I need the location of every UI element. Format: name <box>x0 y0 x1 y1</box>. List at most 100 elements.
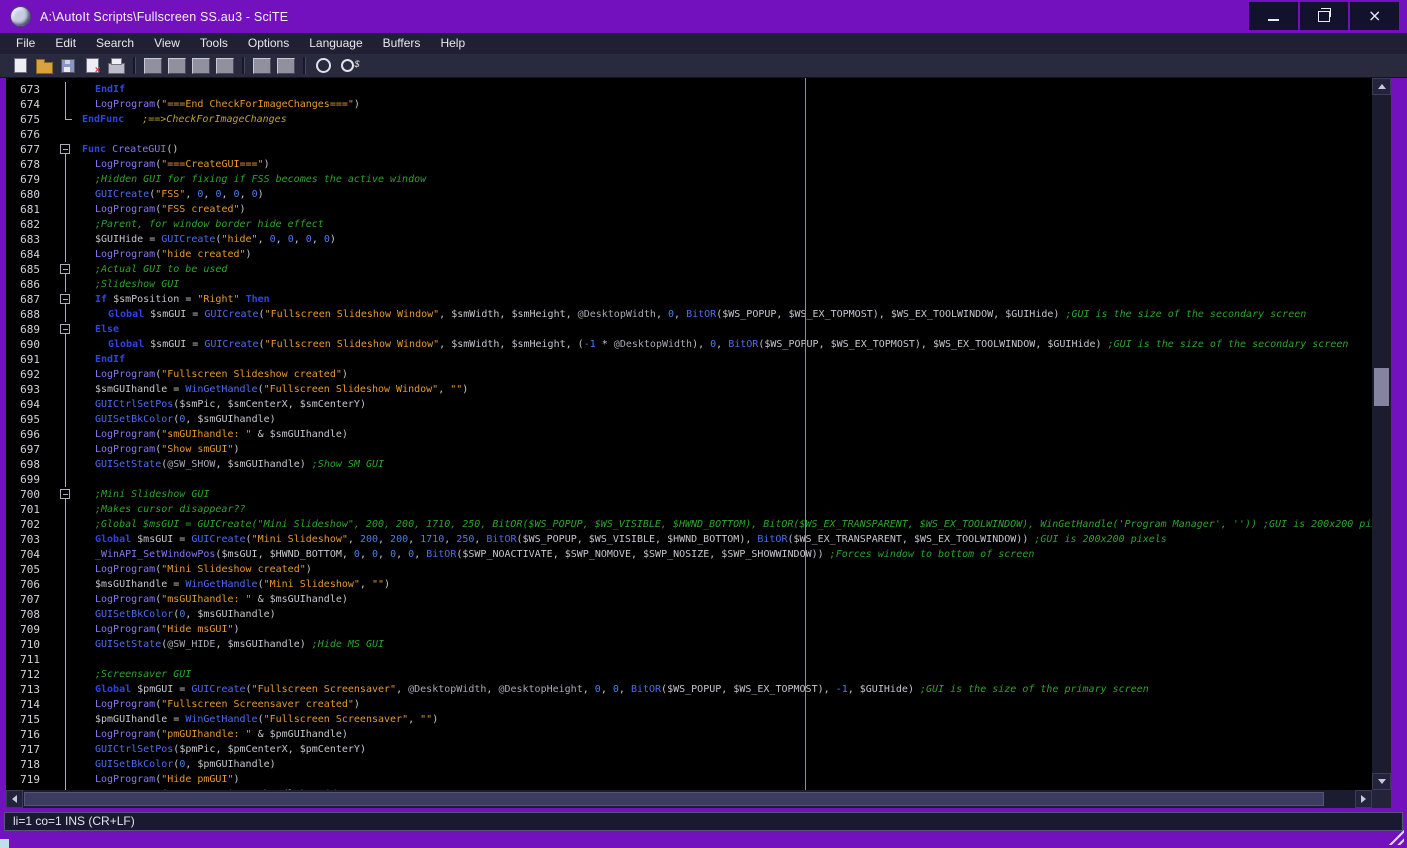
menu-item-help[interactable]: Help <box>430 33 475 54</box>
code-text: Else <box>95 324 120 335</box>
find-icon <box>315 58 331 73</box>
toolbar-find-button[interactable] <box>311 55 335 77</box>
vertical-scroll-thumb[interactable] <box>1374 368 1389 406</box>
line-number: 698 <box>20 458 40 471</box>
code-line: 684 LogProgram("hide created") <box>6 247 1372 262</box>
fold-margin <box>48 712 74 727</box>
toolbar-replace-button[interactable] <box>335 55 360 77</box>
menu-item-language[interactable]: Language <box>299 33 372 54</box>
fold-margin <box>48 247 74 262</box>
code-text: GUISetState(@SW_HIDE, $msGUIhandle) ;Hid… <box>95 639 385 650</box>
fold-margin <box>48 727 74 742</box>
down-arrow-icon <box>1377 779 1386 784</box>
fold-margin <box>48 622 74 637</box>
scroll-down-button[interactable] <box>1372 773 1391 790</box>
cut-icon <box>144 57 162 74</box>
code-text: LogProgram("Hide pmGUI") <box>95 774 240 785</box>
line-number: 692 <box>20 368 40 381</box>
toolbar-print-button[interactable] <box>104 55 128 77</box>
fold-margin <box>48 637 74 652</box>
fold-margin <box>48 97 74 112</box>
code-text: ;Screensaver GUI <box>95 669 192 680</box>
code-line: 705 LogProgram("Mini Slideshow created") <box>6 562 1372 577</box>
resize-grip[interactable] <box>1388 829 1404 845</box>
maximize-button[interactable] <box>1299 2 1349 30</box>
menu-item-tools[interactable]: Tools <box>190 33 238 54</box>
line-number: 719 <box>20 773 40 786</box>
scroll-right-button[interactable] <box>1355 790 1372 808</box>
vertical-scrollbar[interactable] <box>1372 78 1391 790</box>
toolbar-open-button[interactable] <box>32 55 56 77</box>
code-line: 689 Else <box>6 322 1372 337</box>
code-text: LogProgram("Fullscreen Slideshow created… <box>95 369 348 380</box>
fold-margin <box>48 427 74 442</box>
menu-item-file[interactable]: File <box>6 33 45 54</box>
toolbar <box>0 54 1407 78</box>
menu-item-search[interactable]: Search <box>86 33 144 54</box>
fold-toggle[interactable] <box>48 322 74 337</box>
menu-item-buffers[interactable]: Buffers <box>373 33 431 54</box>
line-number: 673 <box>20 83 40 96</box>
horizontal-scrollbar[interactable] <box>6 790 1372 808</box>
toolbar-separator <box>303 57 306 74</box>
line-number: 681 <box>20 203 40 216</box>
line-number: 709 <box>20 623 40 636</box>
right-arrow-icon <box>1361 795 1366 803</box>
replace-icon <box>340 59 360 72</box>
toolbar-close-file-button[interactable] <box>80 55 104 77</box>
code-line: 698 GUISetState(@SW_SHOW, $smGUIhandle) ;… <box>6 457 1372 472</box>
line-number: 696 <box>20 428 40 441</box>
code-line: 696 LogProgram("smGUIhandle: " & $smGUIha… <box>6 427 1372 442</box>
minimize-button[interactable] <box>1249 2 1298 30</box>
menu-bar: File Edit Search View Tools Options Language Bu… <box>0 33 1407 54</box>
line-number: 680 <box>20 188 40 201</box>
close-button[interactable]: × <box>1350 2 1400 30</box>
toolbar-undo-button[interactable] <box>250 55 274 77</box>
code-text: LogProgram("Fullscreen Screensaver creat… <box>95 699 360 710</box>
fold-margin <box>48 307 74 322</box>
code-line: 690 Global $smGUI = GUICreate("Fullscreen… <box>6 337 1372 352</box>
line-number: 706 <box>20 578 40 591</box>
toolbar-paste-button[interactable] <box>189 55 213 77</box>
line-number: 682 <box>20 218 40 231</box>
code-line: 704 _WinAPI_SetWindowPos($msGUI, $HWND_BO… <box>6 547 1372 562</box>
code-line: 712 ;Screensaver GUI <box>6 667 1372 682</box>
code-line: 715 $pmGUIhandle = WinGetHandle("Fullscre… <box>6 712 1372 727</box>
toolbar-delete-button[interactable] <box>213 55 237 77</box>
code-text: ;Mini Slideshow GUI <box>95 489 210 500</box>
menu-item-options[interactable]: Options <box>238 33 299 54</box>
scite-window: A:\AutoIt Scripts\Fullscreen SS.au3 - Sc… <box>0 0 1407 848</box>
toolbar-redo-button[interactable] <box>274 55 298 77</box>
fold-toggle[interactable] <box>48 487 74 502</box>
code-line: 713 Global $pmGUI = GUICreate("Fullscreen… <box>6 682 1372 697</box>
line-number: 718 <box>20 758 40 771</box>
toolbar-copy-button[interactable] <box>165 55 189 77</box>
code-line: 680 GUICreate("FSS", 0, 0, 0, 0) <box>6 187 1372 202</box>
editor[interactable]: 673 EndIf 674 LogProgram("===End CheckForIm… <box>6 78 1372 790</box>
scroll-left-button[interactable] <box>6 790 23 808</box>
menu-item-view[interactable]: View <box>144 33 190 54</box>
fold-margin <box>48 757 74 772</box>
menu-item-edit[interactable]: Edit <box>45 33 86 54</box>
toolbar-new-file-button[interactable] <box>8 55 32 77</box>
line-number: 687 <box>20 293 40 306</box>
code-line: 685 ;Actual GUI to be used <box>6 262 1372 277</box>
code-text: LogProgram("Show smGUI") <box>95 444 240 455</box>
scroll-up-button[interactable] <box>1372 78 1391 95</box>
title-bar[interactable]: A:\AutoIt Scripts\Fullscreen SS.au3 - Sc… <box>0 0 1407 33</box>
toolbar-save-button[interactable] <box>56 55 80 77</box>
fold-margin <box>48 232 74 247</box>
horizontal-scroll-thumb[interactable] <box>24 792 1324 806</box>
code-line: 677 Func CreateGUI() <box>6 142 1372 157</box>
fold-toggle[interactable] <box>48 262 74 277</box>
fold-toggle[interactable] <box>48 142 74 157</box>
toolbar-cut-button[interactable] <box>141 55 165 77</box>
line-number: 707 <box>20 593 40 606</box>
code-text: ;Actual GUI to be used <box>95 264 228 275</box>
fold-toggle[interactable] <box>48 292 74 307</box>
toolbar-separator <box>133 57 136 74</box>
fold-margin <box>48 442 74 457</box>
line-number: 679 <box>20 173 40 186</box>
line-number: 690 <box>20 338 40 351</box>
